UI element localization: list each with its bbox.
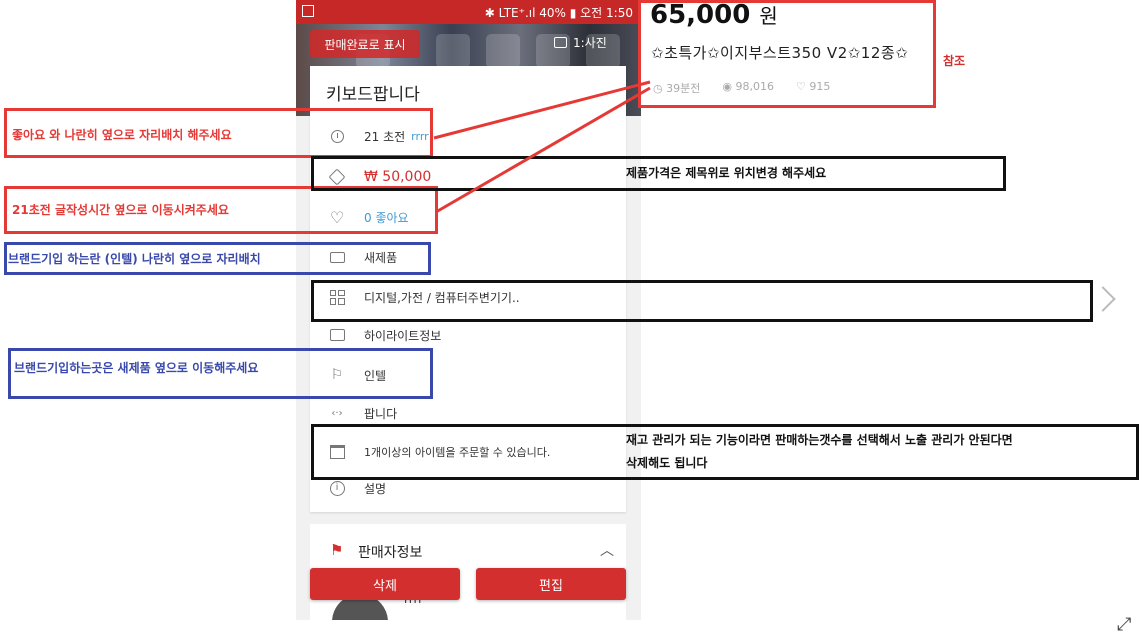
annotation-time: 21초전 글작성시간 옆으로 이동시켜주세요: [12, 203, 229, 217]
annotation-arrows: [433, 80, 651, 214]
annotation-inventory-line2: 삭제해도 됩니다: [626, 456, 708, 470]
arrow-line: [435, 86, 651, 214]
annotation-price: 제품가격은 제목위로 위치변경 해주세요: [626, 166, 827, 180]
annotation-brand-move: 브랜드기입하는곳은 새제품 옆으로 이동해주세요: [14, 361, 259, 375]
annotation-brand-beside: 브랜드기입 하는란 (인텔) 나란히 옆으로 자리배치: [8, 252, 261, 266]
expand-icon[interactable]: ⤢: [1117, 614, 1131, 635]
arrow-line: [433, 80, 651, 140]
annotation-inventory-line1: 재고 관리가 되는 기능이라면 판매하는갯수를 선택해서 노출 관리가 안된다면: [626, 433, 1013, 447]
annotation-likes: 좋아요 와 나란히 옆으로 자리배치 해주세요: [12, 128, 232, 142]
